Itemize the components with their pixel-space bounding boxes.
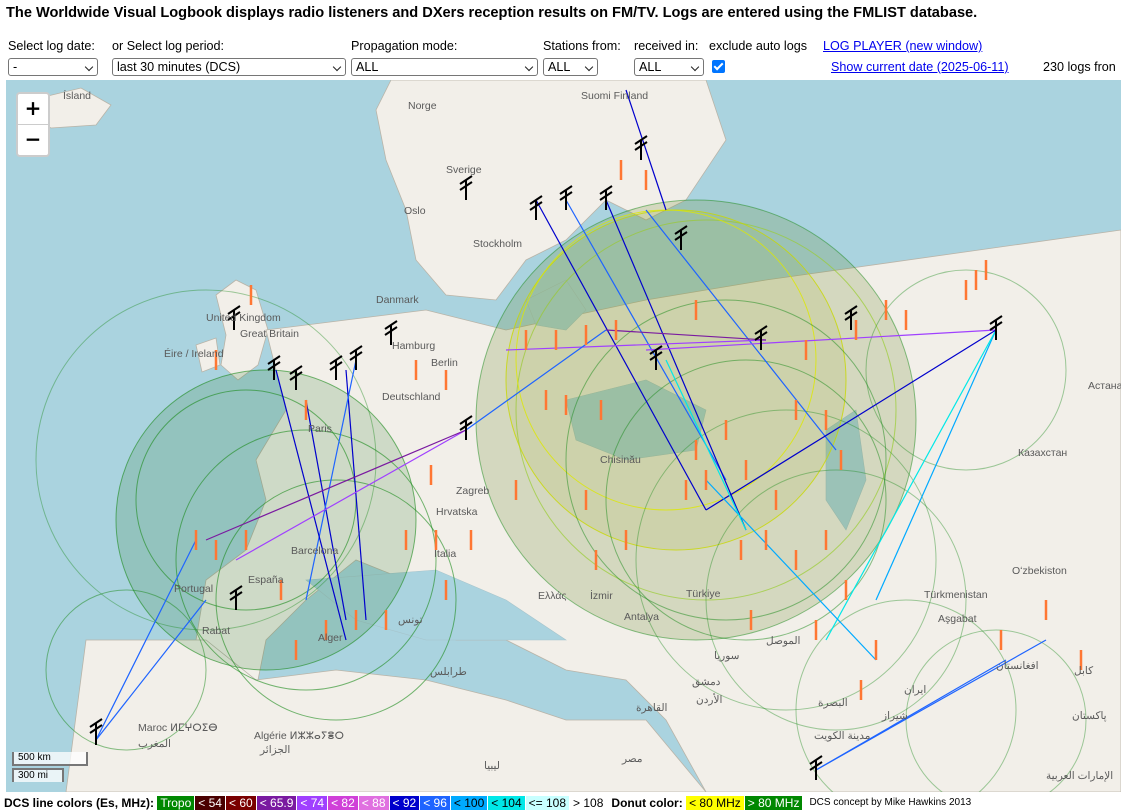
map-label: Alger [318,632,343,644]
log-period-select[interactable]: last 30 minutes (DCS) [112,58,346,76]
map-label: مصر [622,753,643,765]
donut-color-chip: > 80 MHz [744,795,803,810]
map-label: الموصل [766,635,801,647]
log-period-label: or Select log period: [112,39,225,53]
map-label: طرابلس [430,666,467,678]
map-label: Barcelona [291,545,339,557]
propagation-label: Propagation mode: [351,39,458,53]
map-label: Oslo [404,205,426,217]
map-label: Portugal [174,583,214,595]
exclude-auto-label: exclude auto logs [709,39,808,53]
map-label: United Kingdom [206,312,281,324]
received-in-label: received in: [634,39,699,53]
exclude-auto-checkbox[interactable] [712,60,725,73]
map-label: دمشق [692,676,721,688]
map-label: افغانستان [996,660,1039,672]
map-label: Chisinău [600,454,641,466]
map-label: مدينة الكويت [814,730,871,742]
donut-color-chip: < 80 MHz [686,795,744,810]
map-label: المغرب [138,738,171,750]
map-label: القاهرة [636,702,668,714]
dcs-color-chip: < 104 [488,795,525,810]
map-label: Danmark [376,294,419,306]
map-label: كابل [1074,665,1094,677]
stations-from-select[interactable]: ALL [543,58,598,76]
map-label: Rabat [202,625,231,637]
log-date-select[interactable]: - [8,58,98,76]
map-label: İzmir [590,590,613,602]
credit-text: DCS concept by Mike Hawkins 2013 [809,797,972,808]
show-current-date-link[interactable]: Show current date (2025-06-11) [831,60,1009,74]
logs-count: 230 logs fron [1043,60,1116,74]
map-label: Hamburg [392,340,436,352]
dcs-color-chip: < 96 [420,795,450,810]
map-label: Oʻzbekiston [1012,565,1067,577]
dcs-color-chip: < 88 [358,795,389,810]
log-player-link[interactable]: LOG PLAYER (new window) [823,39,982,53]
dcs-color-chip: Tropo [157,795,195,810]
map-label: شیراز [882,710,908,722]
zoom-control: + − [16,92,50,157]
donut-legend-label: Donut color: [611,795,683,810]
map-label: Maroc ⵍⵎⵖⵔⵉⴱ [138,722,218,734]
map-label: Ελλάς [538,590,567,602]
map-label: Астана [1088,380,1121,392]
map-label: Stockholm [473,238,523,250]
map-label: Ísland [63,90,92,102]
map-label: الإمارات العربية [1046,770,1114,782]
legend-bar: DCS line colors (Es, MHz): Tropo < 54 < 60… [4,795,971,810]
map-label: پاکستان [1072,710,1107,722]
map-label: تونس [398,614,423,626]
map-label: Italia [434,548,457,560]
map-label: Paris [308,423,332,435]
map-label: Antalya [624,611,660,623]
map-label: سوريا [714,650,740,662]
received-in-select[interactable]: ALL [634,58,704,76]
dcs-color-chip: < 74 [297,795,328,810]
log-date-label: Select log date: [8,39,95,53]
map-label: Éire / Ireland [164,348,224,360]
zoom-out-button[interactable]: − [18,125,48,155]
dcs-color-chip: < 65.9 [256,795,297,810]
map-label: Algérie ⵍⵣⵣⴰⵢⴻⵔ [254,730,344,742]
map-label: Sverige [446,164,482,176]
map-label: Deutschland [382,391,441,403]
dcs-color-chip: < 92 [389,795,420,810]
map-label: Казахстан [1018,447,1068,459]
reception-map[interactable]: + − Ísland Norge Sverige Suomi Finland O… [6,80,1121,792]
scale-bar-mi: 300 mi [12,768,64,782]
map-label: Zagreb [456,485,490,497]
dcs-color-chip: > 108 [570,795,607,810]
dcs-color-chip: <= 108 [525,795,570,810]
map-label: Suomi Finland [581,90,649,102]
map-label: البصرة [818,697,848,709]
map-label: Berlin [431,357,458,369]
map-label: الأردن [696,694,723,706]
map-label: Türkiye [686,588,721,600]
map-canvas[interactable] [6,80,1121,792]
stations-from-label: Stations from: [543,39,621,53]
map-label: Aşgabat [938,613,977,625]
dcs-legend-chips: Tropo < 54 < 60 < 65.9 < 74 < 82 < 88 < 92 < 96 <… [157,795,607,810]
dcs-legend-label: DCS line colors (Es, MHz): [4,795,155,810]
map-label: ایران [904,684,927,696]
map-label: Norge [408,100,437,112]
map-label: ليبيا [484,760,500,772]
dcs-color-chip: < 82 [328,795,358,810]
propagation-select[interactable]: ALL [351,58,538,76]
map-label: الجزائر [260,744,291,756]
page-title: The Worldwide Visual Logbook displays ra… [6,5,978,21]
map-label: Hrvatska [436,506,478,518]
scale-bar-km: 500 km [12,752,88,766]
map-label: Great Britain [240,328,299,340]
map-label: Türkmenistan [924,589,988,601]
zoom-in-button[interactable]: + [18,94,48,125]
donut-legend-chips: < 80 MHz > 80 MHz [686,795,803,810]
dcs-color-chip: < 100 [450,795,488,810]
dcs-color-chip: < 60 [225,795,256,810]
dcs-color-chip: < 54 [195,795,225,810]
map-label: España [248,574,284,586]
